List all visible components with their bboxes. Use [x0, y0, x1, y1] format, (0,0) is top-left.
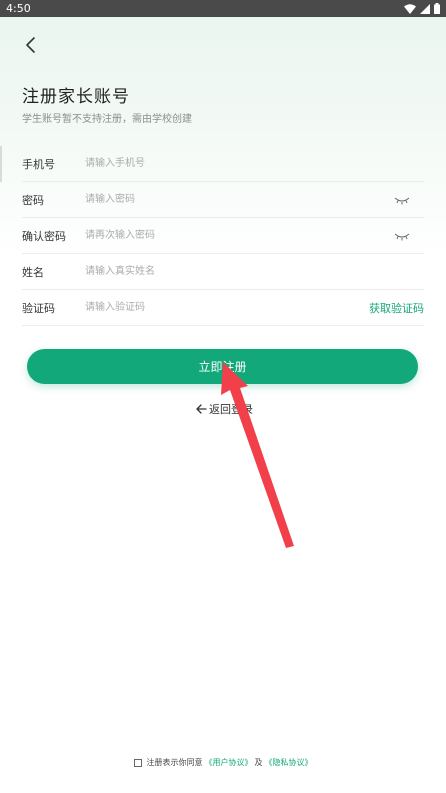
battery-icon — [434, 3, 440, 14]
name-input[interactable] — [85, 256, 424, 287]
agreement-line: 注册表示你同意 《用户协议》 及 《隐私协议》 — [0, 757, 446, 768]
back-arrow-icon[interactable] — [20, 34, 42, 56]
user-agreement-link[interactable]: 《用户协议》 — [205, 757, 253, 768]
signal-icon — [420, 3, 430, 14]
get-code-button[interactable]: 获取验证码 — [369, 300, 424, 316]
password-label: 密码 — [22, 193, 44, 207]
agreement-checkbox[interactable] — [133, 758, 142, 767]
page-subtitle: 学生账号暂不支持注册，需由学校创建 — [22, 114, 192, 125]
password-input[interactable] — [85, 184, 394, 215]
status-bar: 4:50 — [0, 0, 446, 17]
agreement-prefix: 注册表示你同意 — [146, 758, 203, 767]
eye-closed-icon[interactable] — [394, 231, 410, 241]
phone-row: 手机号 — [22, 146, 424, 182]
page-title: 注册家长账号 — [22, 87, 130, 107]
confirm-password-row: 确认密码 — [22, 218, 424, 254]
eye-closed-icon[interactable] — [394, 195, 410, 205]
register-form: 手机号 密码 确认密码 姓名 验证码 获取验证码 — [22, 146, 424, 326]
confirm-password-label: 确认密码 — [22, 229, 66, 243]
register-button[interactable]: 立即注册 — [27, 349, 418, 384]
phone-input[interactable] — [85, 148, 424, 179]
wifi-icon — [404, 3, 416, 14]
back-to-login-label: 返回登录 — [209, 403, 253, 416]
status-time: 4:50 — [6, 2, 31, 15]
left-accent-bar — [0, 146, 2, 182]
agreement-and: 及 — [254, 758, 263, 767]
name-row: 姓名 — [22, 254, 424, 290]
code-label: 验证码 — [22, 301, 55, 315]
status-icons — [404, 2, 440, 15]
phone-label: 手机号 — [22, 157, 55, 171]
arrow-left-icon — [196, 404, 207, 414]
name-label: 姓名 — [22, 265, 44, 279]
code-row: 验证码 获取验证码 — [22, 290, 424, 326]
privacy-agreement-link[interactable]: 《隐私协议》 — [265, 757, 313, 768]
confirm-password-input[interactable] — [85, 220, 394, 251]
password-row: 密码 — [22, 182, 424, 218]
code-input[interactable] — [85, 292, 369, 323]
back-to-login-link[interactable]: 返回登录 — [196, 401, 253, 417]
